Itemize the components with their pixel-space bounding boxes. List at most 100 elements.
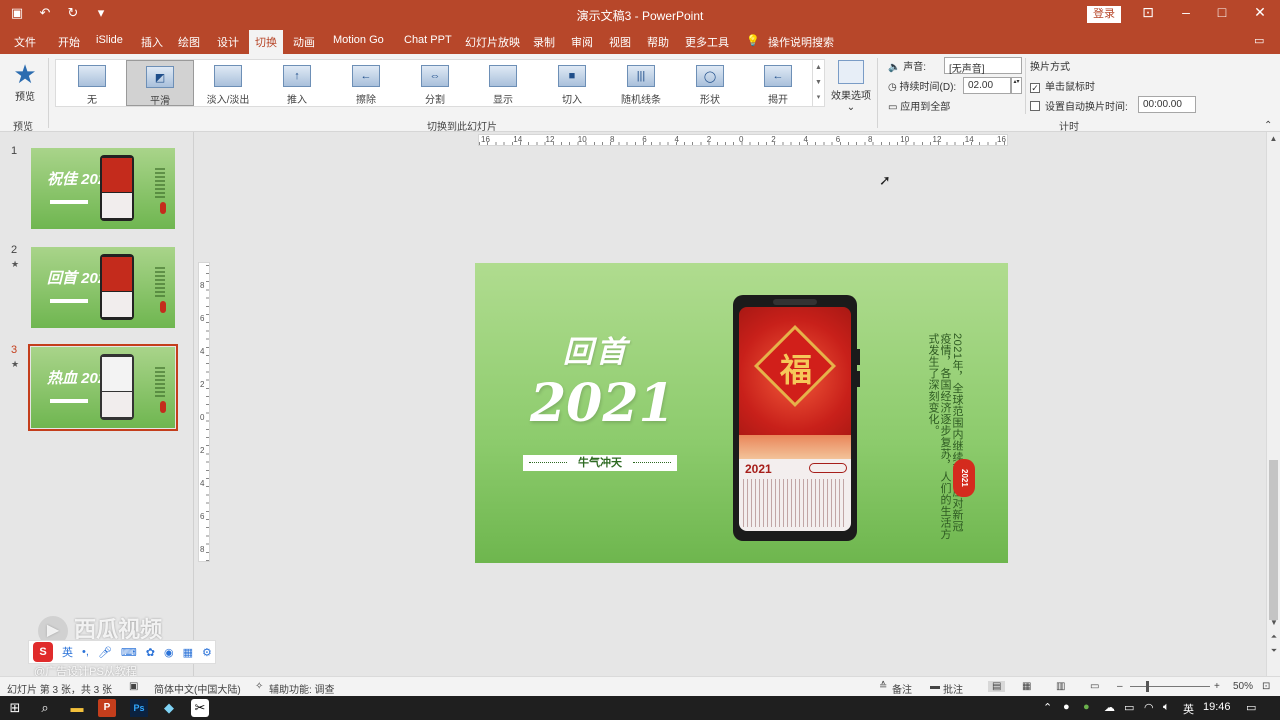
language-status[interactable]: 简体中文(中国大陆) [154,681,241,696]
tab-chat-ppt[interactable]: Chat PPT [404,34,452,46]
tab-insert[interactable]: 插入 [141,34,163,50]
tab-draw[interactable]: 绘图 [178,34,200,50]
red-seal[interactable]: 2021 [953,459,975,497]
slide-title-year[interactable]: 2021 [530,373,675,434]
zoom-level[interactable]: 50% [1233,681,1253,692]
scroll-up-icon[interactable]: ▲ [1267,134,1280,143]
toolbox-icon[interactable]: ▦ [183,646,193,659]
on-click-option[interactable]: ✓ 单击鼠标时 [1030,78,1128,98]
auto-after-option[interactable]: 设置自动换片时间: 00:00.00 [1030,96,1196,118]
gallery-more-icon[interactable]: ▾ [813,90,824,105]
transition-morph[interactable]: ◩ 平滑 [126,60,194,107]
collapse-ribbon-icon[interactable]: ⌃ [1264,120,1272,131]
slide-body-text[interactable]: 2021年，全球范围内继续积极应对新冠疫情，各国经济逐步复苏，人们的生活方式发生… [927,333,963,543]
spellcheck-icon[interactable]: ▣ [129,681,138,692]
slide-thumbnail-2[interactable]: 回首 2021 [31,247,175,328]
tab-animations[interactable]: 动画 [293,34,315,50]
system-clock[interactable]: 19:46 [1203,701,1231,713]
taskbar-ime[interactable]: 英 [1183,701,1194,717]
transition-push[interactable]: ↑ 推入 [263,60,331,106]
notification-icon[interactable]: ▭ [1246,701,1256,714]
login-button[interactable]: 登录 [1087,6,1121,23]
reading-view-icon[interactable]: ▥ [1056,681,1065,692]
tab-motion-go[interactable]: Motion Go [333,34,384,46]
editor-scrollbar[interactable]: ▲ ▼ ⏶ ⏷ [1266,132,1280,676]
slide-title-line1[interactable]: 回首 [563,327,629,371]
transition-fade[interactable]: 淡入/淡出 [194,60,262,106]
settings-icon[interactable]: ⚙ [202,646,212,659]
close-icon[interactable]: ✕ [1250,4,1270,21]
tab-home[interactable]: 开始 [58,34,80,50]
mic-icon[interactable]: 🎤︎ [98,646,112,659]
minimize-icon[interactable]: – [1176,4,1196,20]
keyboard-icon[interactable]: ⌨︎ [121,646,137,659]
windows-icon[interactable]: ⊞ [6,699,24,717]
tab-islide[interactable]: iSlide [96,34,123,46]
slide-tag-box[interactable]: 牛气冲天 [523,455,677,471]
tell-me-search[interactable]: 操作说明搜索 [768,34,834,50]
zoom-out-icon[interactable]: – [1117,681,1123,692]
comments-button[interactable]: 批注 [943,681,963,696]
auto-after-checkbox[interactable] [1030,101,1040,111]
transition-reveal[interactable]: 显示 [469,60,537,106]
zoom-slider-knob[interactable] [1146,681,1149,692]
tab-slideshow[interactable]: 幻灯片放映 [465,34,520,50]
gallery-scroll[interactable]: ▲ ▼ ▾ [812,60,824,106]
tab-review[interactable]: 审阅 [571,34,593,50]
tab-design[interactable]: 设计 [217,34,239,50]
accessibility-status[interactable]: 辅助功能: 调查 [269,681,335,696]
sound-select[interactable]: [无声音] [944,57,1022,75]
scroll-down-icon[interactable]: ▼ [1267,618,1280,627]
photoshop-icon[interactable]: Ps [130,699,148,717]
duration-field[interactable]: 02.00 [963,77,1011,94]
punctuation-icon[interactable]: •, [82,646,89,658]
tab-file[interactable]: 文件 [14,34,36,50]
tab-help[interactable]: 帮助 [647,34,669,50]
ribbon-display-icon[interactable]: ⊡ [1138,4,1158,21]
scroll-thumb[interactable] [1269,460,1278,620]
tab-view[interactable]: 视图 [609,34,631,50]
transition-random-bars[interactable]: ||| 随机线条 [607,60,675,106]
comments-icon[interactable]: ▭ [1254,34,1264,47]
volume-icon[interactable]: 🔈︎ [1163,701,1170,714]
duration-stepper[interactable]: ▴▾ [1011,77,1022,94]
tray-expand-icon[interactable]: ⌃ [1043,701,1052,714]
network-icon[interactable]: ◠ [1144,701,1154,714]
app-tray-icon[interactable]: ● [1083,701,1090,713]
mic-tray-icon[interactable]: ● [1063,701,1070,713]
search-icon[interactable]: ⌕ [36,699,54,717]
apply-to-all-button[interactable]: 应用到全部 [900,102,950,113]
skin-icon[interactable]: ✿ [146,646,155,659]
explorer-icon[interactable]: ▬ [68,699,86,717]
transition-cut[interactable]: ■ 切入 [538,60,606,106]
transition-none[interactable]: 无 [58,60,126,106]
current-slide[interactable]: 回首 2021 牛气冲天 福 2021 2021年，全球范围内继续积极应对新冠疫… [475,263,1008,563]
slide-thumbnail-3[interactable]: 热血 2022 [28,344,178,431]
tab-transitions[interactable]: 切换 [249,30,283,54]
notes-button[interactable]: 备注 [892,681,912,696]
slide-thumbnail-1[interactable]: 祝佳 2026 [31,148,175,229]
app-icon[interactable]: ◆ [160,699,178,717]
capcut-icon[interactable]: ✂ [191,699,209,717]
previous-slide-icon[interactable]: ⏶ [1267,632,1280,642]
transition-shape[interactable]: ◯ 形状 [676,60,744,106]
normal-view-icon[interactable]: ▤ [988,681,1006,692]
ime-language[interactable]: 英 [62,644,73,660]
zoom-slider[interactable] [1130,686,1210,687]
battery-icon[interactable]: ▭ [1124,701,1134,714]
phone-mockup[interactable]: 福 2021 [733,295,860,541]
sogou-logo-icon[interactable]: S [33,642,53,662]
tab-more-tools[interactable]: 更多工具 [685,34,729,50]
transition-wipe[interactable]: ← 擦除 [332,60,400,106]
game-icon[interactable]: ◉ [164,646,174,659]
scroll-up-icon[interactable]: ▲ [813,60,824,75]
slide-sorter-icon[interactable]: ▦ [1022,681,1031,692]
preview-button[interactable]: ★ 预览 [8,60,42,103]
slideshow-icon[interactable]: ▭ [1090,681,1099,692]
zoom-in-icon[interactable]: + [1214,681,1220,692]
tab-record[interactable]: 录制 [533,34,555,50]
scroll-down-icon[interactable]: ▼ [813,75,824,90]
on-click-checkbox[interactable]: ✓ [1030,83,1040,93]
effect-options-button[interactable]: 效果选项 ⌄ [830,60,872,113]
auto-after-field[interactable]: 00:00.00 [1138,96,1196,113]
